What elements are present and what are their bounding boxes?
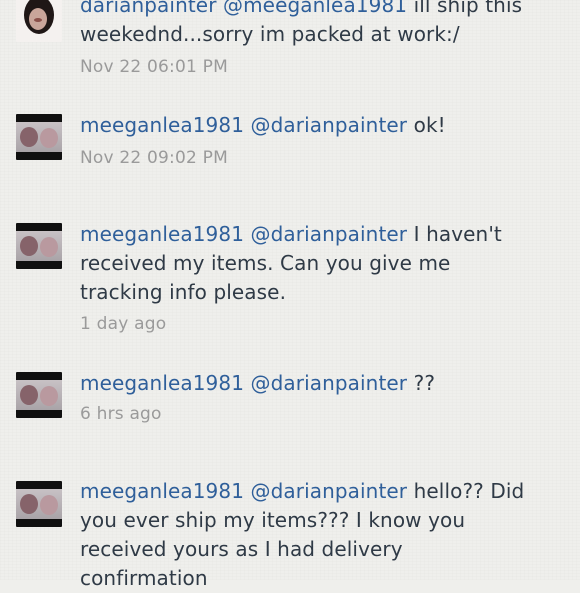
avatar[interactable] [16, 223, 62, 269]
comment-line-3: received yours as I had delivery [80, 535, 550, 564]
comment-body: meeganlea1981 @darianpainter I haven't r… [80, 220, 550, 307]
comment-mention[interactable]: @darianpainter [251, 479, 408, 503]
comment-message-2: you ever ship my items??? I know you [80, 508, 466, 532]
avatar-face-icon [20, 385, 38, 405]
comment-line-2: received my items. Can you give me [80, 249, 550, 278]
comment-mention[interactable]: @darianpainter [251, 371, 408, 395]
comment-message-1: ill ship this [413, 0, 523, 17]
comment-timestamp: 1 day ago [80, 314, 167, 334]
comment-message-1: ok! [413, 113, 446, 137]
comment-mention[interactable]: @meeganlea1981 [223, 0, 407, 17]
comment-line-2: weekednd...sorry im packed at work:/ [80, 20, 550, 49]
avatar-face-icon [20, 236, 38, 256]
comment-timestamp: 6 hrs ago [80, 404, 162, 424]
avatar-face-icon [20, 494, 38, 514]
comment-line-3: tracking info please. [80, 278, 550, 307]
avatar-face-icon [40, 128, 58, 148]
comment-body: meeganlea1981 @darianpainter ok! [80, 111, 550, 140]
comment-message-4: confirmation [80, 566, 208, 590]
avatar-face-icon [40, 237, 58, 257]
avatar-face-icon [20, 127, 38, 147]
avatar-face-icon [40, 495, 58, 515]
comment-body: meeganlea1981 @darianpainter hello?? Did… [80, 477, 550, 593]
avatar[interactable] [16, 481, 62, 527]
avatar[interactable] [16, 372, 62, 418]
avatar-face-icon [40, 386, 58, 406]
avatar-mouth-icon [34, 18, 42, 22]
comment-username[interactable]: darianpainter [80, 0, 217, 17]
comment-line-2: you ever ship my items??? I know you [80, 506, 550, 535]
comment-username[interactable]: meeganlea1981 [80, 222, 244, 246]
comment-body: darianpainter @meeganlea1981 ill ship th… [80, 0, 550, 49]
comment-username[interactable]: meeganlea1981 [80, 479, 244, 503]
comment-body: meeganlea1981 @darianpainter ?? [80, 369, 550, 398]
comment-timestamp: Nov 22 06:01 PM [80, 57, 228, 77]
avatar[interactable] [16, 0, 62, 42]
comment-mention[interactable]: @darianpainter [251, 222, 408, 246]
comment-line-1: meeganlea1981 @darianpainter ok! [80, 111, 550, 140]
comment-line-1: meeganlea1981 @darianpainter ?? [80, 369, 550, 398]
comment-line-1: meeganlea1981 @darianpainter I haven't [80, 220, 550, 249]
comment-username[interactable]: meeganlea1981 [80, 113, 244, 137]
comment-message-3: received yours as I had delivery [80, 537, 403, 561]
avatar[interactable] [16, 114, 62, 160]
comment-mention[interactable]: @darianpainter [251, 113, 408, 137]
comment-message-1: hello?? Did [413, 479, 525, 503]
comments-screen: darianpainter @meeganlea1981 ill ship th… [0, 0, 580, 590]
comment-username[interactable]: meeganlea1981 [80, 371, 244, 395]
comment-timestamp: Nov 22 09:02 PM [80, 148, 228, 168]
comment-line-1: meeganlea1981 @darianpainter hello?? Did [80, 477, 550, 506]
comment-line-1: darianpainter @meeganlea1981 ill ship th… [80, 0, 550, 20]
comment-line-4: confirmation [80, 564, 550, 593]
comment-message-1: I haven't [413, 222, 502, 246]
comment-message-2: weekednd...sorry im packed at work:/ [80, 22, 460, 46]
comment-message-1: ?? [413, 371, 436, 395]
comment-message-3: tracking info please. [80, 280, 287, 304]
comment-message-2: received my items. Can you give me [80, 251, 451, 275]
